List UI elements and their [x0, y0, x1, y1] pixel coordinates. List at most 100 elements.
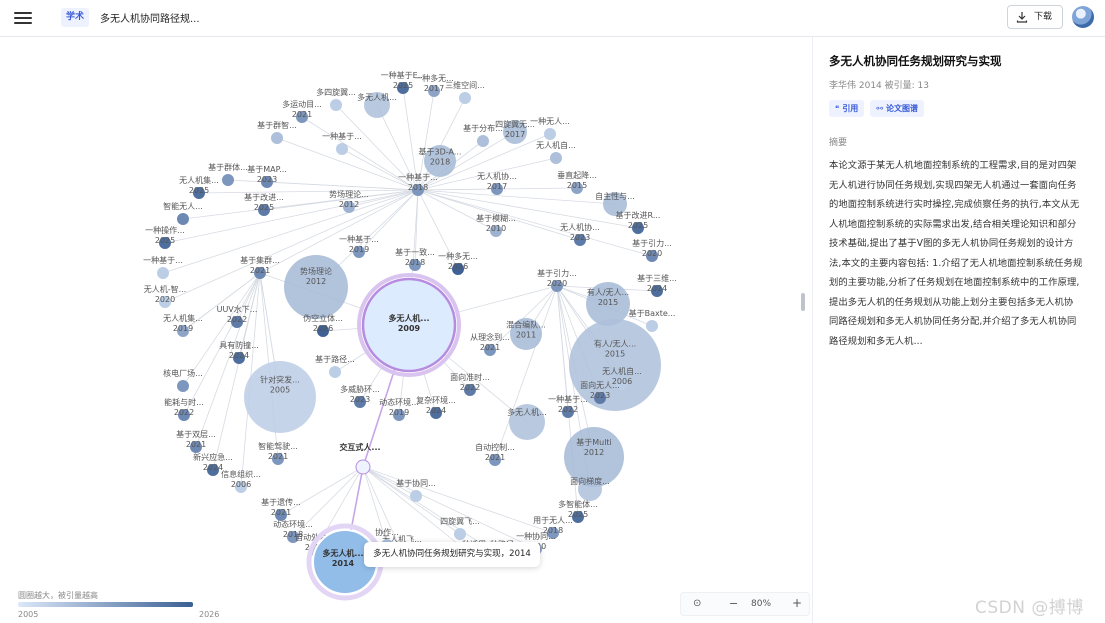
- node-label: 智能无人...: [163, 201, 203, 211]
- paper-node[interactable]: [330, 99, 342, 111]
- node-tooltip: 多无人机协同任务规划研究与实现，2014: [364, 542, 540, 567]
- paper-node[interactable]: [477, 135, 489, 147]
- node-label: 动态环境...: [273, 519, 313, 529]
- node-year: 2014: [332, 559, 355, 568]
- node-year: 2023: [570, 233, 590, 242]
- zoom-in-button[interactable]: +: [792, 596, 802, 610]
- node-year: 2019: [389, 408, 409, 417]
- node-year: 2022: [174, 408, 194, 417]
- node-label: 基于引力...: [537, 268, 577, 278]
- node-label: 基于3D-A...: [419, 147, 462, 157]
- node-label: 多运动目...: [282, 99, 322, 109]
- download-button[interactable]: 下载: [1007, 5, 1063, 29]
- node-year: 2019: [173, 324, 193, 333]
- size-legend: 圆圈越大，被引量越高 2005 2026: [18, 590, 219, 619]
- paper-node[interactable]: [646, 320, 658, 332]
- quote-icon: ❝: [835, 104, 840, 113]
- zoom-out-button[interactable]: −: [729, 597, 738, 610]
- node-label: 从理念到...: [470, 332, 510, 342]
- node-label: 有人/无人...: [587, 287, 629, 297]
- node-label: 一种基于...: [339, 234, 379, 244]
- target-icon[interactable]: ⊙: [693, 598, 701, 609]
- top-bar: 学术 多无人机协同路径规... 下载: [0, 0, 1105, 37]
- paper-meta: 李华伟 2014 被引量: 13: [829, 81, 929, 91]
- node-label: 多威胁环...: [340, 384, 380, 394]
- cite-button[interactable]: ❝ 引用: [829, 100, 865, 117]
- node-label: 伪空立体...: [303, 313, 343, 323]
- legend-year-start: 2005: [18, 610, 39, 619]
- node-year: 2024: [426, 406, 446, 415]
- node-label: 能耗与时...: [164, 397, 204, 407]
- node-label: 多四旋翼...: [316, 87, 356, 97]
- paper-node[interactable]: [244, 361, 316, 433]
- paper-node[interactable]: [284, 255, 348, 319]
- node-label: 基于双层...: [176, 429, 216, 439]
- user-avatar[interactable]: [1072, 6, 1094, 28]
- paper-node[interactable]: [410, 490, 422, 502]
- citation-edge: [417, 189, 616, 205]
- paper-node[interactable]: [336, 143, 348, 155]
- node-year: 2021: [480, 343, 500, 352]
- node-year: 2018: [405, 258, 425, 267]
- watermark: CSDN @搏博: [975, 598, 1084, 618]
- paper-node[interactable]: [459, 92, 471, 104]
- node-label: 一种基于...: [143, 255, 183, 265]
- node-label: 用于无人...: [533, 516, 573, 525]
- paper-node[interactable]: [550, 152, 562, 164]
- node-year: 2020: [547, 279, 567, 288]
- download-icon: [1016, 12, 1028, 23]
- node-year: 2015: [605, 350, 625, 359]
- abstract-label: 摘要: [829, 138, 848, 148]
- paper-node[interactable]: [222, 174, 234, 186]
- node-label: 基于Baxte...: [629, 308, 676, 318]
- paper-node[interactable]: [177, 380, 189, 392]
- citation-graph[interactable]: 一种基于E...2025一种多无...2017 三维空间...多四旋翼...多无人…: [0, 37, 812, 623]
- node-year: 2026: [448, 262, 468, 271]
- paper-node[interactable]: [544, 128, 556, 140]
- node-label: 基于改进...: [244, 192, 284, 202]
- node-year: 2021: [292, 110, 312, 119]
- node-label: 针对突发...: [260, 375, 300, 385]
- abstract-text: 本论文源于某无人机地面控制系统的工程需求,目的是对四架 无人机进行协同任务规划,…: [829, 160, 1083, 347]
- node-label: 复杂环境...: [416, 395, 456, 405]
- node-label: 信息组织...: [221, 469, 261, 479]
- node-label: 基于路径...: [315, 354, 355, 364]
- node-label: 交互式人...: [339, 442, 380, 452]
- node-label: 势场理论...: [329, 189, 369, 199]
- node-label: 具有防撞...: [219, 340, 259, 350]
- site-logo[interactable]: 学术: [61, 8, 89, 27]
- paper-node[interactable]: [271, 132, 283, 144]
- node-year: 2021: [485, 453, 505, 462]
- node-label: 动态环境...: [379, 397, 419, 407]
- node-label: 无人机自...: [602, 366, 642, 376]
- node-label: 四旋翼飞...: [440, 516, 480, 526]
- paper-node[interactable]: [157, 267, 169, 279]
- node-year: 2020: [155, 295, 175, 304]
- node-year: 2005: [270, 386, 290, 395]
- node-year: 2024: [203, 463, 223, 472]
- node-year: 2015: [567, 181, 587, 190]
- node-year: 2015: [598, 298, 618, 307]
- node-year: 2025: [393, 81, 413, 90]
- paper-node[interactable]: [454, 528, 466, 540]
- node-year: 2017: [424, 84, 444, 93]
- node-year: 2022: [460, 383, 480, 392]
- citation-graph-canvas[interactable]: 一种基于E... 2025 一种多无... 2017 三维空间... 多四旋翼... 多无人…: [0, 37, 812, 623]
- node-label: 基于MAP...: [247, 164, 287, 174]
- node-label: 核电厂场...: [163, 368, 203, 378]
- node-year: 2020: [642, 249, 662, 258]
- node-year: 2025: [254, 203, 274, 212]
- node-label: 智能驾驶...: [258, 441, 298, 451]
- node-label: 一种基于...: [322, 131, 362, 141]
- paper-graph-button[interactable]: ⚯ 论文图谱: [870, 100, 925, 117]
- year-gradient-bar: [18, 602, 193, 607]
- node-year: 2018: [408, 183, 428, 192]
- paper-node[interactable]: [177, 213, 189, 225]
- node-label: 一种多无...: [438, 251, 478, 261]
- paper-node[interactable]: [329, 366, 341, 378]
- zoom-level: 80%: [751, 599, 772, 609]
- node-year: 2025: [189, 186, 209, 195]
- menu-icon[interactable]: [14, 9, 32, 27]
- hub-paper-node[interactable]: [355, 459, 371, 475]
- resize-handle[interactable]: [801, 293, 805, 311]
